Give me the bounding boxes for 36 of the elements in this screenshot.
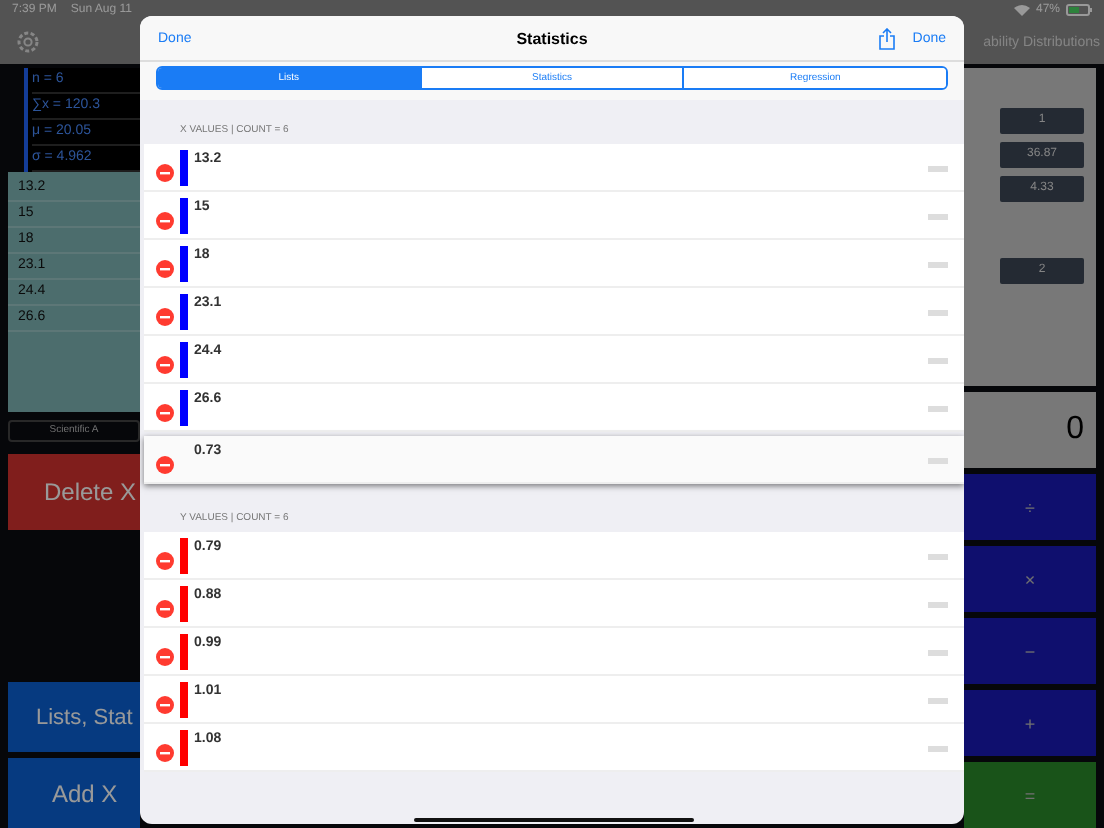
action-button[interactable]: Add X [8, 758, 140, 828]
wifi-icon [1013, 4, 1030, 16]
drag-handle-icon[interactable] [928, 698, 948, 704]
drag-handle-icon[interactable] [928, 746, 948, 752]
delete-icon[interactable] [156, 308, 174, 326]
settings-icon[interactable] [16, 30, 40, 54]
drag-handle-icon[interactable] [928, 406, 948, 412]
operator-key[interactable]: ÷ [964, 474, 1096, 541]
drag-handle-icon[interactable] [928, 650, 948, 656]
delete-icon[interactable] [156, 260, 174, 278]
delete-icon[interactable] [156, 456, 174, 474]
operator-key[interactable]: − [964, 618, 1096, 685]
delete-icon[interactable] [156, 600, 174, 618]
delete-icon[interactable] [156, 648, 174, 666]
drag-handle-icon[interactable] [928, 602, 948, 608]
delete-icon[interactable] [156, 356, 174, 374]
delete-icon[interactable] [156, 164, 174, 182]
action-button[interactable]: Delete X [8, 454, 140, 530]
display-value: 0 [964, 392, 1096, 469]
drag-handle-icon[interactable] [928, 358, 948, 364]
drag-handle-icon[interactable] [928, 310, 948, 316]
drag-handle-icon[interactable] [928, 554, 948, 560]
action-button[interactable]: Lists, Stat [8, 682, 140, 752]
delete-icon[interactable] [156, 212, 174, 230]
share-icon[interactable] [878, 27, 897, 49]
battery-icon [1066, 4, 1092, 16]
operator-key[interactable]: + [964, 690, 1096, 757]
drag-handle-icon[interactable] [928, 166, 948, 172]
drag-handle-icon[interactable] [928, 214, 948, 220]
delete-icon[interactable] [156, 552, 174, 570]
delete-icon[interactable] [156, 744, 174, 762]
delete-icon[interactable] [156, 696, 174, 714]
delete-icon[interactable] [156, 404, 174, 422]
operator-key[interactable]: × [964, 546, 1096, 613]
drag-handle-icon[interactable] [928, 262, 948, 268]
sheet-title: Statistics [516, 29, 588, 47]
